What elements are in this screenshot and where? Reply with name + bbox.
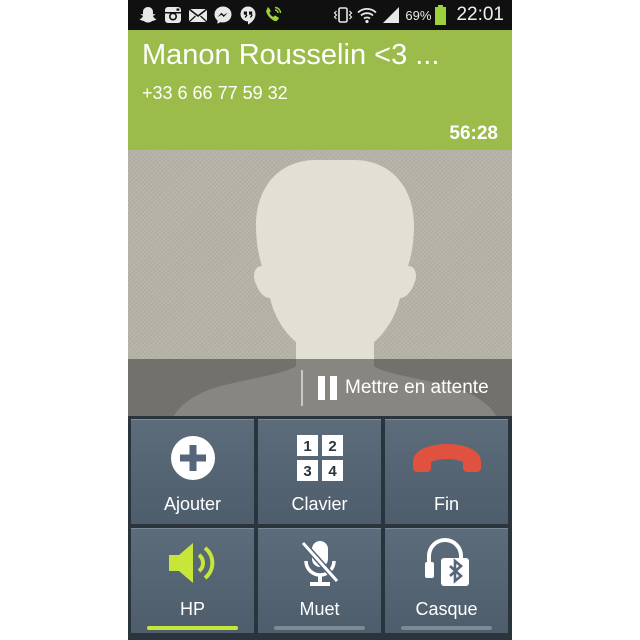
add-call-button[interactable]: Ajouter [131,419,254,524]
phone-number: +33 6 66 77 59 32 [142,83,288,103]
end-call-label: Fin [433,494,459,514]
mute-indicator [274,626,365,630]
contact-name: Manon Rousselin <3 ... [142,39,440,71]
keypad-icon: 1 2 3 4 [297,435,343,481]
vibrate-icon [334,7,353,23]
battery-percent: 69% [405,7,432,23]
battery-icon [435,5,447,25]
call-controls: Ajouter 1 2 3 4 Clavier Fin HP Muet Casq… [128,416,512,640]
mail-icon [188,8,208,23]
messenger-icon [214,6,232,24]
add-call-label: Ajouter [163,494,222,514]
phone-screen: 69% 22:01 Manon Rousselin <3 ... +33 6 6… [128,0,512,640]
call-header: Manon Rousselin <3 ... +33 6 66 77 59 32… [128,30,512,150]
pause-icon [318,376,337,400]
status-bar: 69% 22:01 [128,0,512,30]
mute-icon [300,540,340,586]
system-status: 69% 22:01 [333,4,504,26]
signal-icon [383,7,400,23]
hold-divider [301,370,303,406]
bluetooth-headset-button[interactable]: Casque [385,528,508,633]
speaker-label: HP [179,599,205,619]
notification-icons [138,5,283,25]
hold-label: Mettre en attente [345,377,489,398]
keypad-key-3: 3 [303,463,311,480]
speaker-active-indicator [147,626,238,630]
call-active-icon [266,6,282,22]
keypad-label: Clavier [291,494,348,514]
end-call-button[interactable]: Fin [385,419,508,524]
hold-button[interactable]: Mettre en attente [318,370,489,406]
keypad-button[interactable]: 1 2 3 4 Clavier [258,419,381,524]
clock: 22:01 [456,4,504,25]
wifi-icon [357,8,378,24]
speaker-button[interactable]: HP [131,528,254,633]
mute-label: Muet [299,599,340,619]
call-duration: 56:28 [449,123,498,144]
bluetooth-headset-indicator [401,626,492,630]
end-call-icon [413,444,481,472]
speaker-icon [169,543,215,583]
contact-photo: Mettre en attente [128,150,512,416]
keypad-key-2: 2 [328,438,336,455]
mute-button[interactable]: Muet [258,528,381,633]
instagram-icon [165,7,181,23]
add-call-icon [171,436,215,480]
bluetooth-headset-label: Casque [415,599,478,619]
snapchat-icon [139,7,157,23]
hangouts-icon [240,6,256,25]
keypad-key-4: 4 [328,463,337,480]
keypad-key-1: 1 [303,438,311,455]
bluetooth-headset-icon [425,538,469,586]
hold-bar: Mettre en attente [128,359,512,416]
